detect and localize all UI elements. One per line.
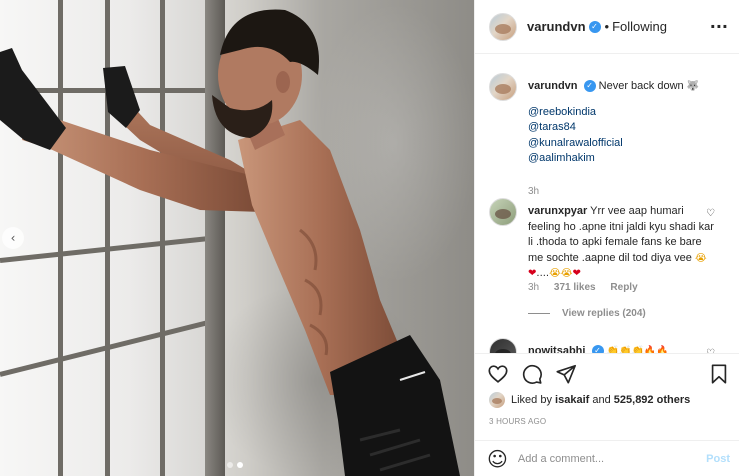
comment-likes[interactable]: 371 likes: [554, 282, 596, 293]
man-stretching-figure: [0, 9, 460, 476]
post-comment-button[interactable]: Post: [706, 453, 730, 465]
likes-connector: and: [592, 394, 611, 406]
action-icons: [487, 363, 577, 385]
replies-divider: [528, 313, 550, 314]
post-timestamp: 3 HOURS AGO: [489, 417, 547, 426]
mention-link[interactable]: @aalimhakim: [528, 151, 718, 167]
caption-avatar[interactable]: [489, 73, 517, 101]
author-avatar[interactable]: [489, 12, 517, 41]
likes-count[interactable]: 525,892 others: [614, 394, 690, 406]
post-photo[interactable]: ‹: [0, 0, 474, 476]
mention-link[interactable]: @kunalrawalofficial: [528, 136, 718, 152]
more-dots-icon[interactable]: ···: [710, 17, 728, 36]
following-button[interactable]: Following: [612, 19, 667, 34]
caption-text: Never back down: [598, 80, 684, 92]
caption-username[interactable]: varundvn: [528, 80, 578, 92]
mention-link[interactable]: @taras84: [528, 120, 718, 136]
commenter-avatar[interactable]: [489, 338, 517, 353]
post-sidebar: varundvn ✓ • Following ··· varundvn ✓ Ne…: [474, 0, 739, 476]
reply-button[interactable]: Reply: [610, 282, 637, 293]
author-username[interactable]: varundvn: [527, 19, 586, 34]
previous-photo-button[interactable]: ‹: [2, 227, 24, 249]
verified-badge-icon: ✓: [583, 80, 596, 93]
like-comment-heart-icon[interactable]: ♡: [706, 208, 715, 219]
caption-time: 3h: [528, 186, 540, 197]
add-comment-bar: ☺ Post: [475, 440, 739, 476]
comment-row: nowitsabhi ✓ 👏👏👏🔥🔥 ♡: [489, 338, 729, 353]
comment-row: varunxpyar Yrr vee aap humari feeling ho…: [489, 198, 729, 328]
verified-badge-icon: ✓: [591, 345, 604, 353]
carousel-dot-active: [237, 462, 243, 468]
commenter-avatar[interactable]: [489, 198, 517, 226]
carousel-dot: [227, 462, 233, 468]
carousel-dots: [227, 462, 243, 468]
view-replies-label: View replies (204): [562, 308, 646, 319]
like-heart-icon[interactable]: [487, 363, 509, 385]
separator-dot: •: [604, 19, 610, 34]
liker-avatar[interactable]: [489, 392, 505, 408]
comment-body: varunxpyar Yrr vee aap humari feeling ho…: [528, 204, 718, 282]
post-header: varundvn ✓ • Following ···: [475, 0, 739, 54]
comment-bubble-icon[interactable]: [521, 363, 543, 385]
comment-input[interactable]: [517, 453, 688, 465]
emoji-picker-icon[interactable]: ☺: [487, 447, 508, 471]
wolf-emoji-icon: 🐺: [686, 81, 700, 92]
comment-body: nowitsabhi ✓ 👏👏👏🔥🔥: [528, 344, 718, 353]
liker-username[interactable]: isakaif: [555, 394, 589, 406]
verified-badge-icon: ✓: [588, 20, 601, 33]
share-paper-plane-icon[interactable]: [555, 363, 577, 385]
comment-username[interactable]: nowitsabhi: [528, 345, 585, 353]
save-bookmark-icon[interactable]: [708, 363, 730, 385]
view-replies-button[interactable]: View replies (204): [528, 308, 646, 319]
comment-time: 3h: [528, 282, 540, 293]
comment-meta: 3h 371 likes Reply: [528, 282, 638, 293]
comments-list[interactable]: varundvn ✓ Never back down 🐺 @reebokindi…: [475, 55, 739, 353]
comment-username[interactable]: varunxpyar: [528, 205, 587, 217]
post-actions: Liked by isakaif and 525,892 others 3 HO…: [475, 353, 739, 476]
clap-fire-emoji-icon: 👏👏👏🔥🔥: [606, 346, 669, 353]
likes-summary: Liked by isakaif and 525,892 others: [489, 392, 690, 408]
likes-prefix: Liked by: [511, 394, 552, 406]
mention-link[interactable]: @reebokindia: [528, 105, 718, 121]
caption-body: varundvn ✓ Never back down 🐺 @reebokindi…: [528, 79, 718, 167]
caption-row: varundvn ✓ Never back down 🐺 @reebokindi…: [489, 73, 729, 197]
